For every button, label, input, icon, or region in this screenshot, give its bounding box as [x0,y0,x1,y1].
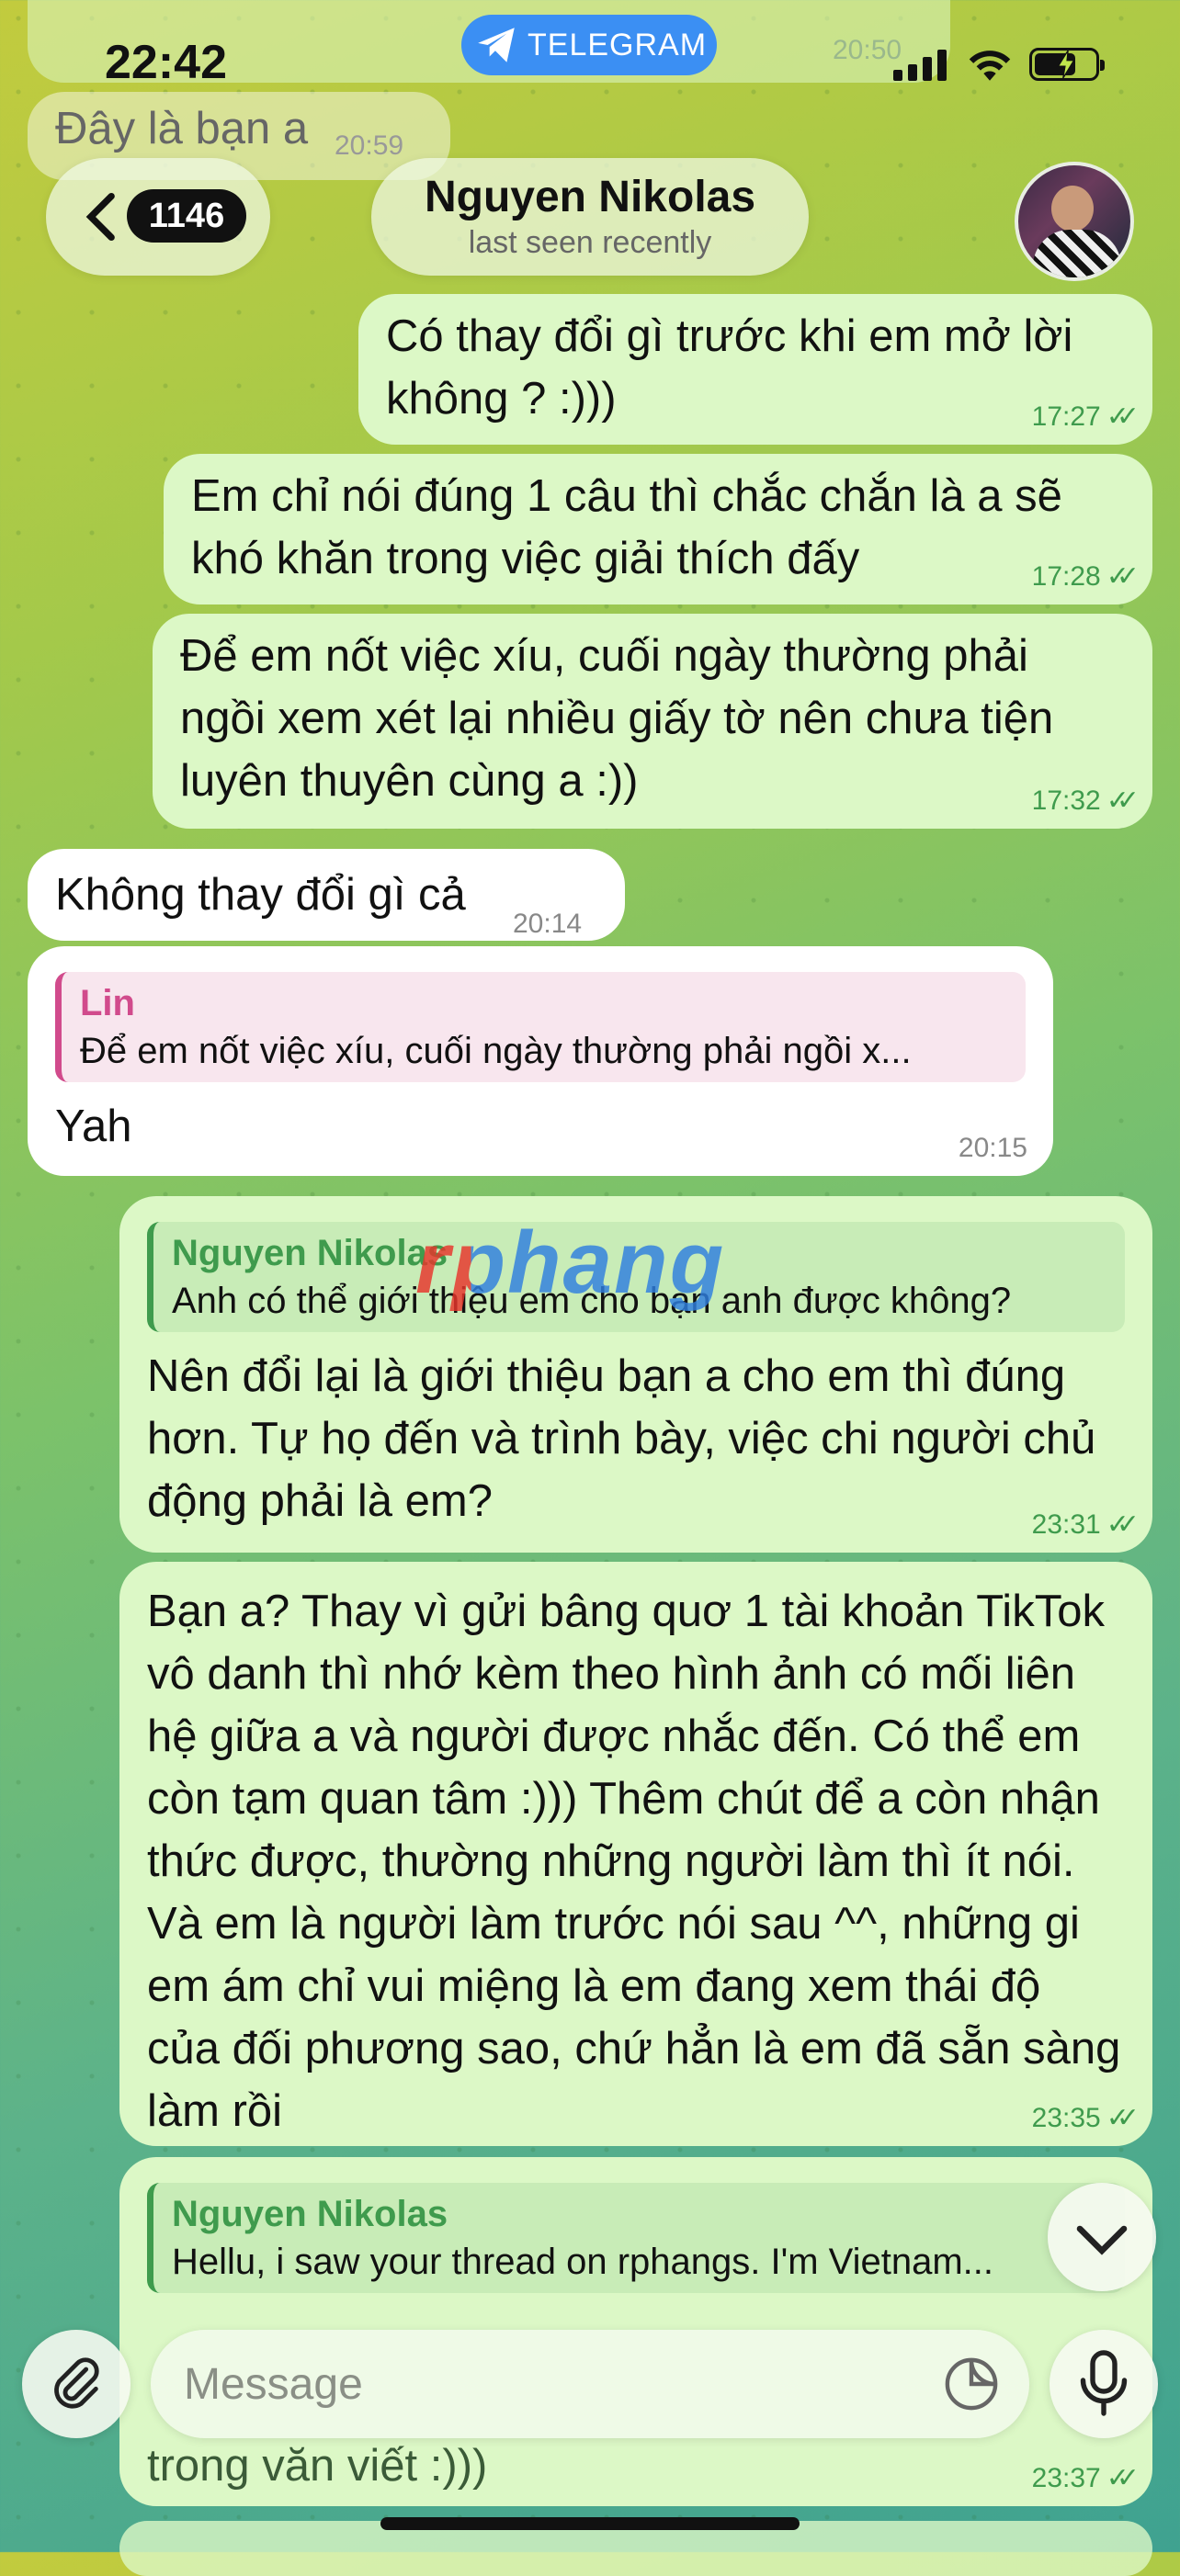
unread-count: 1146 [148,196,225,235]
message-meta: 17:28 ✓✓ [1031,560,1140,593]
message-meta: 23:35 ✓✓ [1031,2102,1140,2135]
status-time: 22:42 [105,36,227,89]
message-bubble-in[interactable]: Không thay đổi gì cả 20:14 [28,849,625,941]
read-check-icon: ✓✓ [1106,2103,1140,2133]
contact-last-seen: last seen recently [468,225,712,260]
avatar-shirt [1033,230,1121,277]
telegram-pill-label: TELEGRAM [528,28,708,62]
reply-quote[interactable]: Nguyen Nikolas Hellu, i saw your thread … [147,2183,1125,2293]
message-bubble-out[interactable]: Có thay đổi gì trước khi em mở lời không… [358,294,1152,445]
reply-quote[interactable]: Lin Để em nốt việc xíu, cuối ngày thường… [55,972,1026,1082]
message-text: Nên đổi lại là giới thiệu bạn a cho em t… [147,1351,1108,1526]
message-bubble-out[interactable]: Bạn a? Thay vì gửi bâng quơ 1 tài khoản … [119,1562,1152,2146]
chevron-left-icon [85,192,115,242]
reply-author: Nguyen Nikolas [172,2194,448,2234]
status-bar: 22:42 TELEGRAM [0,0,1180,92]
message-input[interactable]: Message [151,2330,1029,2438]
watermark-logo: rphang [415,1213,725,1314]
paperclip-icon [54,2357,99,2409]
read-check-icon: ✓✓ [1106,401,1140,432]
message-meta: 20:15 [959,1132,1027,1165]
message-time: 23:31 [1031,1509,1101,1540]
chevron-down-icon [1076,2225,1128,2255]
message-meta: 23:37 ✓✓ [1031,2462,1140,2495]
message-text: Yah [55,1102,132,1151]
read-check-icon: ✓✓ [1106,1509,1140,1540]
attach-button[interactable] [22,2330,130,2438]
message-text: Em chỉ nói đúng 1 câu thì chắc chắn là a… [191,471,1075,583]
battery-icon [1029,48,1105,81]
chat-title-pill[interactable]: Nguyen Nikolas last seen recently [371,158,809,276]
message-text: Để em nốt việc xíu, cuối ngày thường phả… [180,631,1066,806]
message-meta: 17:27 ✓✓ [1031,401,1140,434]
sticker-icon[interactable] [941,2354,1002,2414]
message-text: trong văn viết :))) [147,2441,488,2491]
message-time: 17:28 [1031,561,1101,592]
contact-avatar[interactable] [1015,162,1134,281]
microphone-icon [1080,2350,1128,2416]
partial-message-time: 20:59 [335,130,404,161]
watermark-text: rphang [415,1214,726,1312]
message-time: 23:37 [1031,2463,1101,2493]
message-time: 20:15 [958,1133,1027,1163]
avatar-figure [1051,186,1094,232]
message-time: 17:32 [1031,785,1101,816]
message-text: Không thay đổi gì cả [55,870,466,920]
message-time: 23:35 [1031,2103,1101,2133]
message-time: 17:27 [1031,401,1101,432]
reply-author: Lin [80,983,135,1023]
message-input-placeholder: Message [184,2360,363,2409]
read-check-icon: ✓✓ [1106,785,1140,816]
message-meta: 23:31 ✓✓ [1031,1508,1140,1542]
wifi-icon [969,51,1011,81]
message-text: Bạn a? Thay vì gửi bâng quơ 1 tài khoản … [147,1587,1133,2136]
back-button[interactable]: 1146 [46,158,270,276]
home-indicator[interactable] [380,2517,800,2530]
message-bubble-out[interactable]: Em chỉ nói đúng 1 câu thì chắc chắn là a… [164,454,1152,604]
contact-name: Nguyen Nikolas [424,173,756,221]
partial-message-text: Đây là bạn a [55,104,309,153]
reply-snippet: Hellu, i saw your thread on rphangs. I'm… [172,2242,994,2282]
message-bubble-in[interactable]: Lin Để em nốt việc xíu, cuối ngày thường… [28,946,1053,1176]
message-text: Có thay đổi gì trước khi em mở lời không… [386,311,1085,424]
telegram-pill[interactable]: TELEGRAM [461,15,717,75]
signal-icon [893,50,948,81]
telegram-icon [478,28,515,62]
voice-button[interactable] [1050,2330,1158,2438]
scroll-to-bottom-button[interactable] [1048,2183,1156,2291]
message-bubble-out[interactable]: Để em nốt việc xíu, cuối ngày thường phả… [153,614,1152,829]
reply-snippet: Để em nốt việc xíu, cuối ngày thường phả… [80,1031,912,1071]
unread-count-badge: 1146 [127,189,246,243]
read-check-icon: ✓✓ [1106,561,1140,592]
read-check-icon: ✓✓ [1106,2463,1140,2493]
message-meta: 17:32 ✓✓ [1031,785,1140,818]
